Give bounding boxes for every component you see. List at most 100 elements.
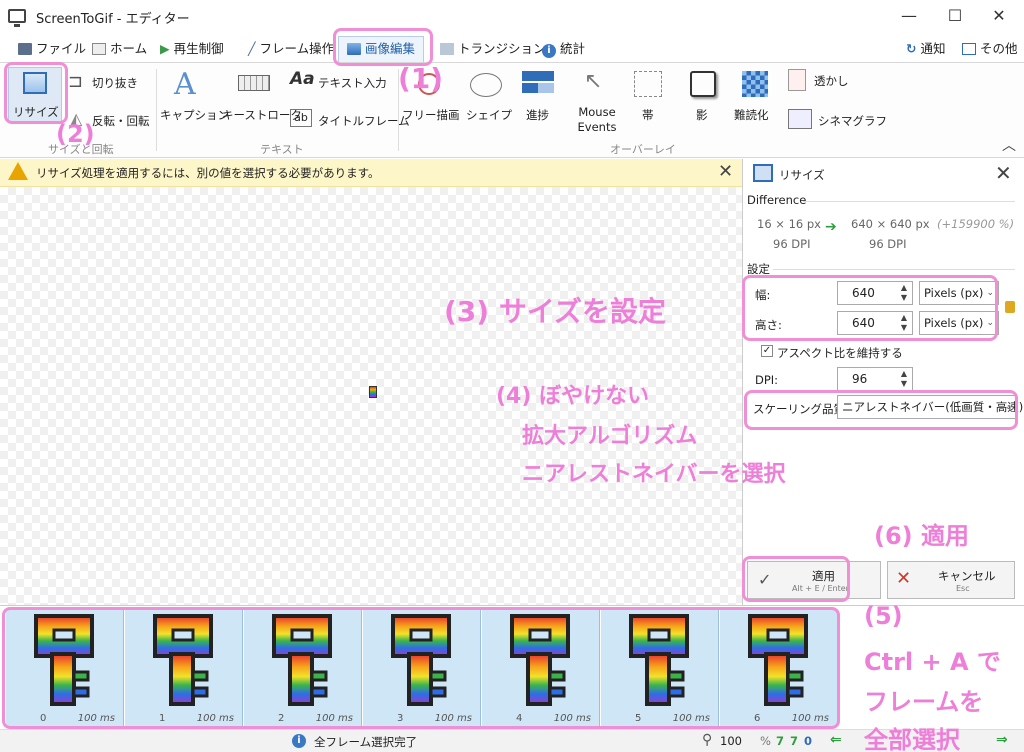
shape-button[interactable]: シェイプ — [462, 67, 512, 131]
transition-icon — [440, 43, 454, 55]
panel-close-icon[interactable]: ✕ — [995, 161, 1012, 185]
play-icon: ▶ — [160, 41, 170, 56]
highlight-image-edit-tab — [333, 28, 433, 66]
divider — [773, 269, 1015, 270]
tab-notifications[interactable]: ↻ 通知 — [906, 38, 946, 60]
watermark-button[interactable]: 透かし — [788, 69, 868, 93]
zoom-value[interactable]: 100 — [720, 734, 742, 748]
title-frame-ab-icon: ab — [290, 109, 312, 127]
zoom-unit: % — [760, 734, 771, 748]
zero-count: 0 — [804, 734, 813, 748]
band-button[interactable]: 帯 — [630, 67, 666, 131]
tab-home[interactable]: ホーム — [92, 38, 147, 60]
highlight-scaling-quality — [744, 390, 1018, 430]
save-icon — [18, 43, 32, 55]
selected-count: 7 — [790, 734, 799, 748]
panel-title: リサイズ — [779, 168, 825, 182]
ribbon-tabs: ファイル ホーム ▶ 再生制御 ╱ フレーム操作 画像編集 トランジション i 統計 … — [0, 36, 1024, 62]
text-aa-icon: Aa — [290, 69, 315, 89]
app-monitor-icon — [8, 9, 26, 27]
annotation-step4-line3: ニアレストネイバーを選択 — [522, 462, 786, 487]
crop-button[interactable]: ⊐ 切り抜き — [68, 71, 148, 93]
annotation-step5-line2: Ctrl + A で — [864, 648, 1001, 676]
annotation-step6: (6) 適用 — [874, 522, 969, 550]
band-icon — [634, 71, 662, 97]
caption-button[interactable]: A キャプション — [160, 67, 229, 131]
sync-icon: ↻ — [906, 41, 917, 56]
annotation-step1: (1) — [398, 62, 444, 95]
highlight-frame-strip — [2, 607, 840, 729]
dpi-input[interactable]: 96 ▲ ▼ — [837, 367, 913, 391]
shadow-icon — [690, 71, 716, 97]
annotation-step5-line3: フレームを — [864, 688, 984, 716]
watermark-icon — [788, 69, 806, 91]
tab-transition[interactable]: トランジション — [440, 38, 546, 60]
annotation-step4-line2: 拡大アルゴリズム — [522, 424, 698, 449]
spinner-icon[interactable]: ▲ ▼ — [898, 369, 910, 389]
dpi-label: DPI: — [755, 373, 779, 387]
arrow-right-icon: ➔ — [825, 219, 837, 235]
title-bar: ScreenToGif - エディター — ☐ ✕ — [0, 0, 1024, 34]
to-size: 640 × 640 px — [851, 217, 930, 231]
highlight-apply-button — [742, 556, 850, 602]
tab-file[interactable]: ファイル — [18, 38, 86, 60]
title-frame-button[interactable]: ab タイトルフレーム — [290, 109, 410, 133]
ribbon-toolbar: リサイズ ⊐ 切り抜き ◭ 反転・回転 サイズと回転 A キャプション キースト… — [0, 62, 1024, 158]
text-input-button[interactable]: Aa テキスト入力 — [290, 69, 390, 95]
keep-aspect-checkbox[interactable]: ✓ — [761, 345, 773, 357]
tab-playback[interactable]: ▶ 再生制御 — [160, 38, 224, 60]
annotation-step2: (2) — [56, 120, 95, 148]
annotation-step3: (3) サイズを設定 — [444, 295, 666, 328]
pixelate-icon — [742, 71, 768, 97]
cursor-icon: ↖ — [584, 69, 603, 94]
previous-frame-arrow-icon[interactable]: ⇐ — [830, 732, 842, 748]
key-sprite-preview — [369, 386, 377, 398]
caption-a-icon: A — [174, 67, 196, 102]
cinemagraph-button[interactable]: シネマグラフ — [788, 109, 887, 133]
mouse-events-button[interactable]: ↖ Mouse Events — [568, 67, 620, 137]
next-frame-arrow-icon[interactable]: ⇒ — [996, 732, 1008, 748]
close-button[interactable]: ✕ — [976, 2, 1022, 32]
collapse-ribbon-chevron-icon[interactable]: ︿ — [1002, 135, 1016, 155]
shadow-button[interactable]: 影 — [686, 67, 722, 131]
annotation-step5-line1: (5) — [864, 602, 903, 630]
home-icon — [92, 43, 106, 55]
window-icon — [962, 43, 976, 55]
resize-icon — [753, 164, 773, 182]
maximize-button[interactable]: ☐ — [932, 2, 978, 32]
progress-bar-icon — [522, 83, 554, 93]
info-icon: i — [542, 44, 556, 58]
crop-icon: ⊐ — [68, 71, 84, 92]
annotation-step4-line1: (4) ぼやけない — [496, 384, 650, 409]
highlight-resize-button — [4, 62, 68, 124]
keep-aspect-label: アスペクト比を維持する — [777, 346, 903, 360]
from-dpi: 96 DPI — [773, 237, 811, 251]
zoom-icon: ⚲ — [702, 732, 713, 748]
x-icon: ✕ — [896, 568, 912, 589]
ribbon-separator — [156, 69, 157, 151]
difference-header: Difference — [747, 193, 807, 207]
tab-other[interactable]: その他 — [962, 38, 1018, 60]
cinemagraph-icon — [788, 109, 812, 129]
progress-button[interactable]: 進捗 — [518, 67, 558, 131]
cancel-button[interactable]: ✕ キャンセル Esc — [887, 561, 1015, 599]
divider — [803, 201, 1015, 202]
minimize-button[interactable]: — — [886, 2, 932, 32]
warning-bar: リサイズ処理を適用するには、別の値を選択する必要があります。 ✕ — [0, 159, 742, 187]
frame-count: 7 — [776, 734, 785, 748]
annotation-step5-line4: 全部選択 — [864, 726, 960, 752]
ellipse-icon — [470, 73, 502, 97]
pencil-icon: ╱ — [248, 41, 256, 56]
tab-frame-edit[interactable]: ╱ フレーム操作 — [248, 38, 334, 60]
info-icon: i — [292, 734, 306, 748]
keystroke-button[interactable]: キーストローク — [222, 67, 302, 131]
lock-icon[interactable] — [1005, 301, 1015, 313]
warning-close-icon[interactable]: ✕ — [718, 161, 733, 182]
tab-statistics[interactable]: i 統計 — [542, 38, 585, 60]
status-message: 全フレーム選択完了 — [314, 735, 418, 749]
warning-icon — [8, 162, 28, 180]
from-size: 16 × 16 px — [757, 217, 821, 231]
group-label-text: テキスト — [260, 143, 304, 156]
obfuscate-button[interactable]: 難読化 — [734, 67, 780, 131]
to-dpi: 96 DPI — [869, 237, 907, 251]
